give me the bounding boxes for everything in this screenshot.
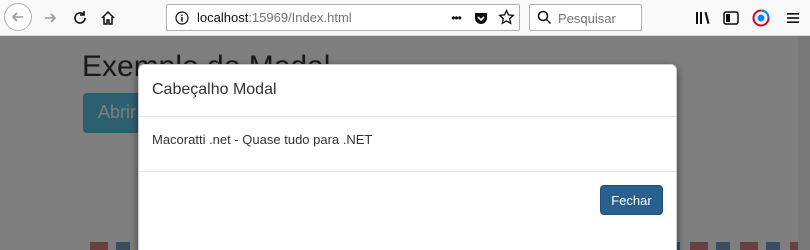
bookmark-star-icon[interactable]: [498, 9, 515, 26]
url-host: localhost: [197, 10, 249, 25]
modal-title: Cabeçalho Modal: [152, 81, 277, 98]
close-button[interactable]: Fechar: [600, 185, 663, 215]
pocket-icon[interactable]: [473, 10, 489, 26]
modal-header: Cabeçalho Modal: [139, 65, 676, 117]
arrow-left-icon: [11, 12, 23, 22]
library-icon[interactable]: [694, 9, 712, 27]
modal-body-text: Macoratti .net - Quase tudo para .NET: [152, 132, 373, 147]
modal-dialog: Cabeçalho Modal Macoratti .net - Quase t…: [138, 64, 677, 250]
sidebar-icon[interactable]: [722, 9, 740, 27]
reload-button[interactable]: [66, 4, 94, 32]
menu-icon[interactable]: [784, 9, 802, 27]
url-text: localhost:15969/Index.html: [197, 10, 352, 25]
reload-icon: [74, 11, 86, 24]
search-bar[interactable]: Pesquisar: [529, 4, 642, 31]
more-actions-icon[interactable]: •••: [447, 9, 465, 27]
url-path: :15969/Index.html: [248, 10, 352, 25]
forward-button[interactable]: [36, 4, 64, 32]
page-viewport: Exemplo de Modal Abrir Cabeçalho Modal M…: [0, 36, 810, 250]
home-icon: [101, 10, 115, 25]
browser-toolbar: localhost:15969/Index.html ••• Pesquisar: [0, 0, 810, 36]
modal-body: Macoratti .net - Quase tudo para .NET: [139, 117, 676, 171]
home-button[interactable]: [94, 4, 122, 32]
back-button[interactable]: [4, 3, 32, 31]
arrow-right-icon: [45, 13, 57, 23]
search-icon: [537, 10, 552, 25]
modal-footer: Fechar: [139, 171, 676, 250]
info-icon[interactable]: [175, 11, 189, 25]
search-placeholder: Pesquisar: [558, 11, 616, 26]
extension-icon[interactable]: [751, 8, 771, 28]
url-bar[interactable]: localhost:15969/Index.html •••: [166, 4, 520, 31]
